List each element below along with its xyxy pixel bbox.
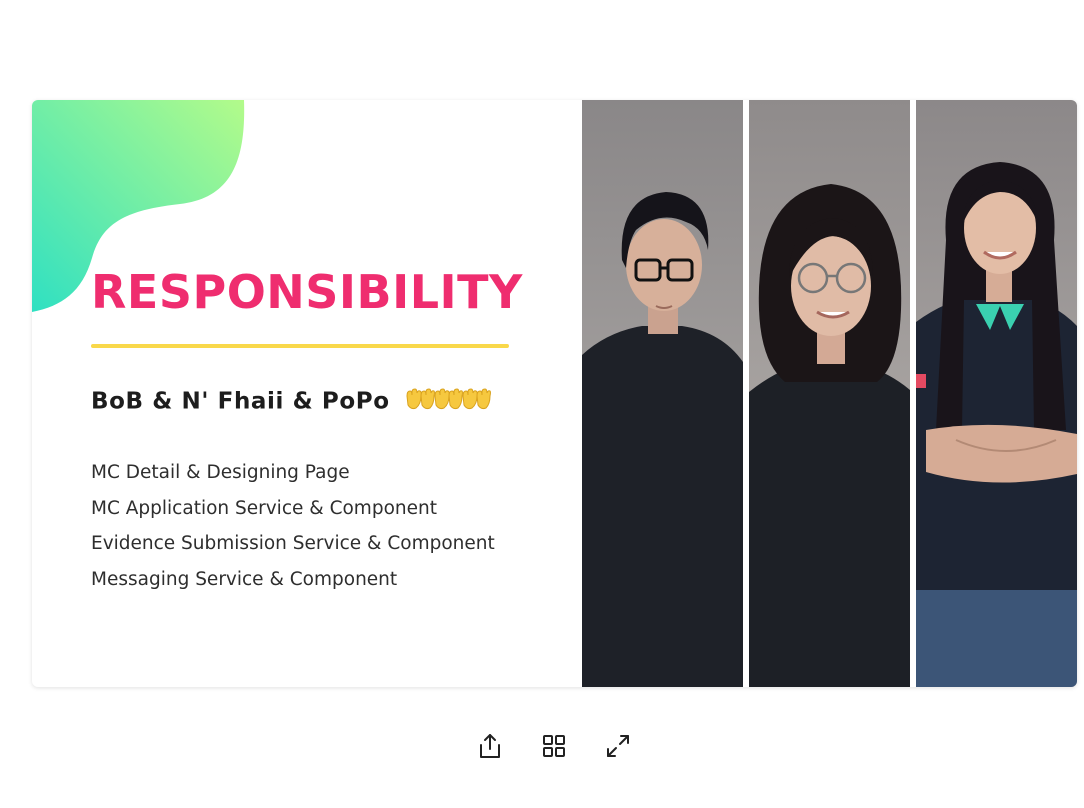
- list-item: Messaging Service & Component: [91, 568, 398, 590]
- list-item: MC Detail & Designing Page: [91, 462, 350, 483]
- list-item: MC Application Service & Component: [91, 497, 437, 519]
- grid-view-button[interactable]: [538, 730, 570, 762]
- person-photo-3: [916, 100, 1077, 687]
- list-item: Evidence Submission Service & Component: [91, 533, 495, 554]
- team-names: BoB & N' Fhaii & PoPo: [91, 386, 494, 418]
- share-icon: [480, 734, 500, 758]
- share-button[interactable]: [474, 730, 506, 762]
- team-names-text: BoB & N' Fhaii & PoPo: [91, 388, 390, 415]
- person-photo-2: [749, 100, 910, 687]
- title-underline: [91, 344, 509, 348]
- grid-view-icon: [543, 735, 565, 757]
- presentation-slide: RESPONSIBILITY BoB & N' Fhaii & PoPo MC …: [32, 100, 1077, 687]
- slide-title: RESPONSIBILITY: [91, 265, 523, 319]
- person-photo-1: [582, 100, 743, 687]
- viewer-toolbar: [474, 730, 636, 762]
- responsibility-list: MC Detail & Designing Page MC Applicatio…: [91, 460, 495, 602]
- team-photos: [582, 100, 1077, 687]
- fullscreen-icon: [607, 735, 629, 757]
- open-hands-emoji-icon: [404, 386, 494, 418]
- fullscreen-button[interactable]: [602, 730, 634, 762]
